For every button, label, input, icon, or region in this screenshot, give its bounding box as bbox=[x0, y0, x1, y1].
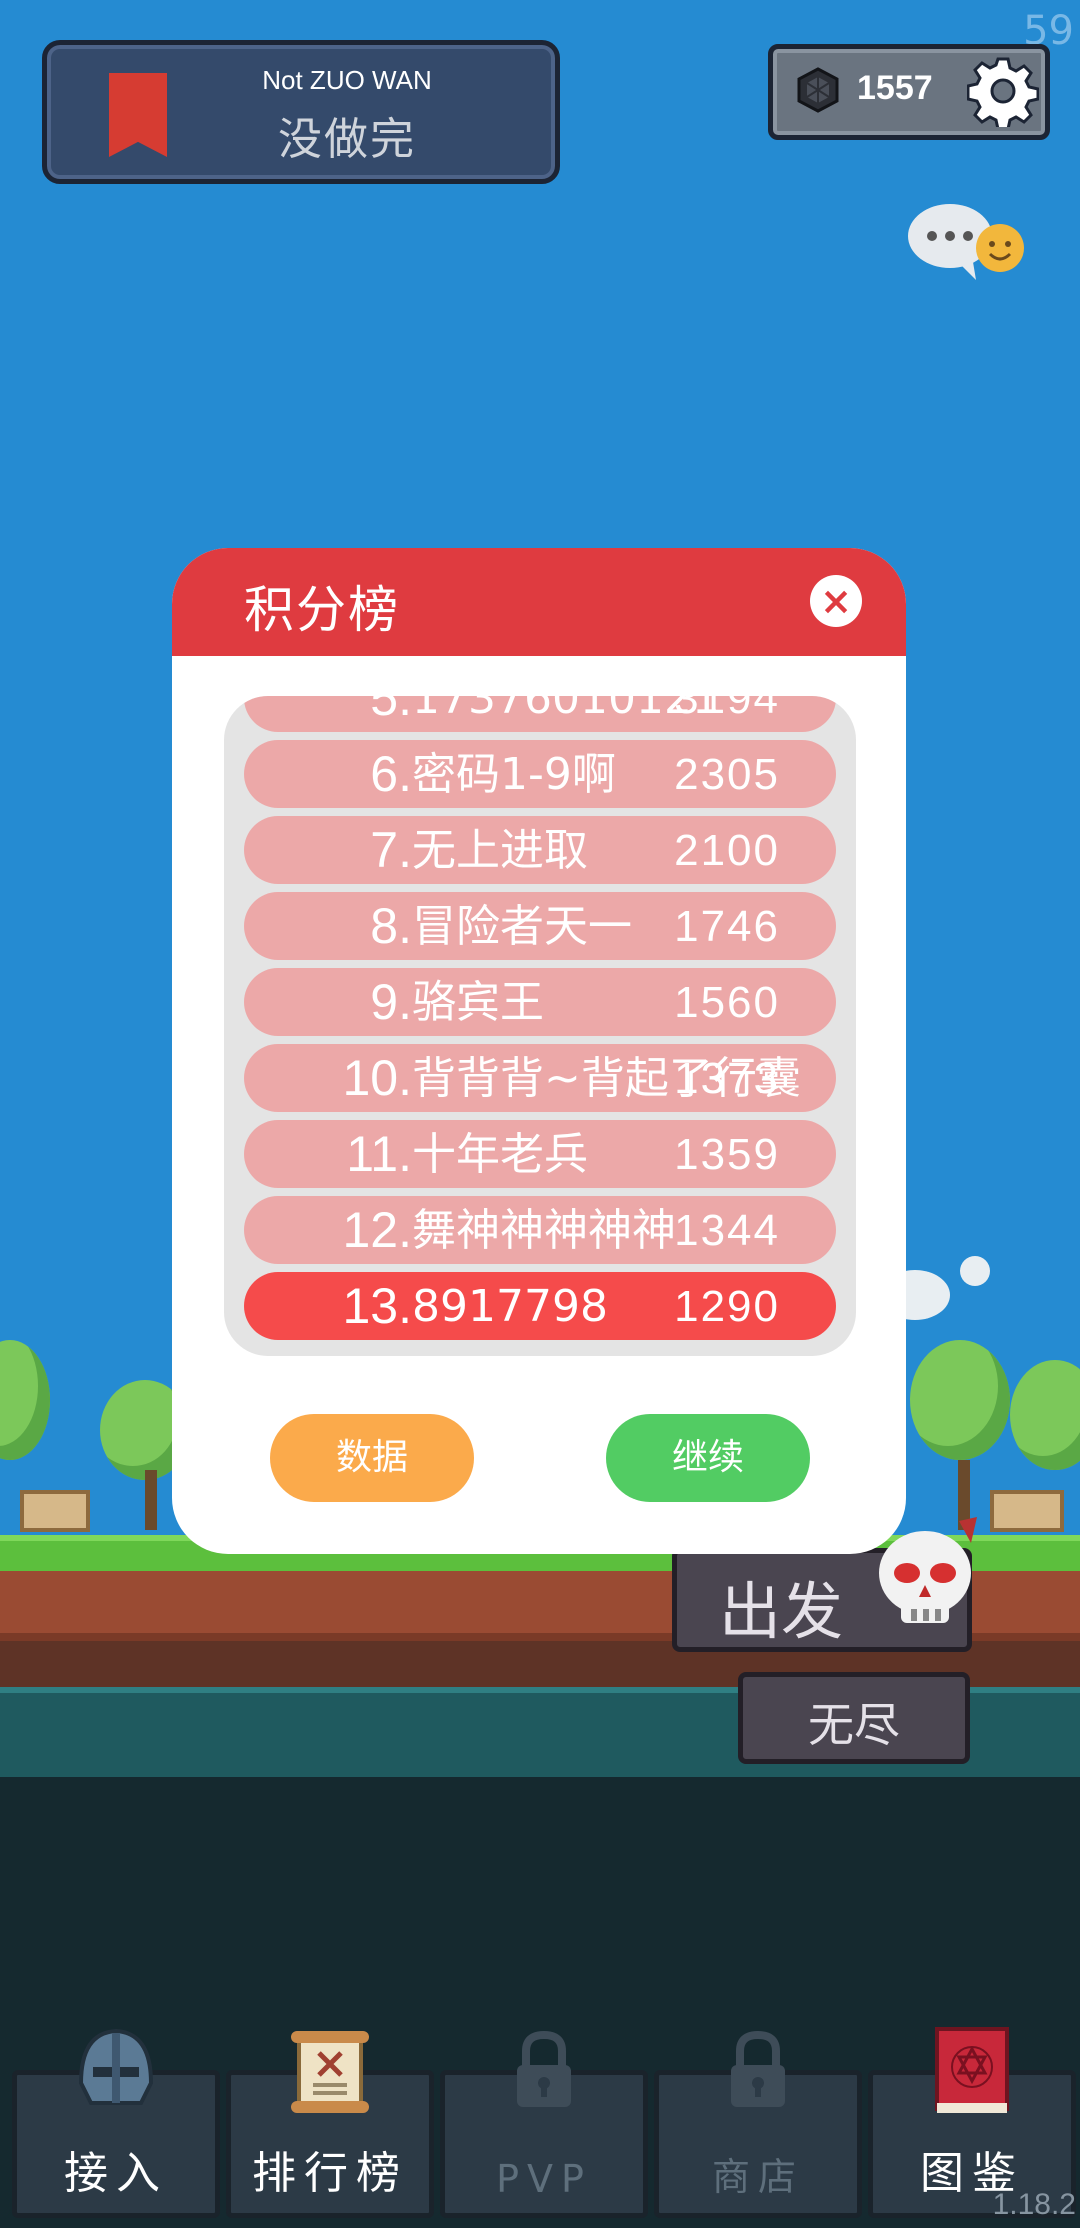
player-score: 2305 bbox=[674, 750, 780, 799]
bookmark-icon bbox=[109, 73, 167, 157]
player-score: 1373 bbox=[674, 1054, 780, 1103]
rank-number: 5. bbox=[370, 696, 412, 726]
gear-icon[interactable] bbox=[967, 55, 1039, 127]
leaderboard-dialog: 积分榜 × 5. 17376010121 3194 6. 密码1-9啊 2305 7. 无上进… bbox=[172, 548, 906, 1554]
player-score: 2100 bbox=[674, 826, 780, 875]
ranking-row[interactable]: 11. 十年老兵 1359 bbox=[244, 1120, 836, 1188]
player-name: 舞神神神神神 bbox=[412, 1205, 676, 1256]
profile-badge[interactable]: Not ZUO WAN 没做完 bbox=[42, 40, 560, 184]
helmet-icon bbox=[71, 2023, 161, 2119]
fence bbox=[990, 1490, 1064, 1532]
player-score: 1344 bbox=[674, 1206, 780, 1255]
ranking-row[interactable]: 9. 骆宾王 1560 bbox=[244, 968, 836, 1036]
scroll-icon bbox=[285, 2023, 375, 2119]
start-button[interactable]: 出发 bbox=[672, 1517, 977, 1652]
player-score: 1560 bbox=[674, 978, 780, 1027]
ranking-row[interactable]: 6. 密码1-9啊 2305 bbox=[244, 740, 836, 808]
player-name: 骆宾王 bbox=[412, 977, 544, 1028]
rank-number: 11. bbox=[346, 1126, 412, 1182]
spellbook-icon bbox=[927, 2023, 1017, 2119]
rank-number: 6. bbox=[370, 746, 412, 802]
start-label: 出发 bbox=[719, 1575, 844, 1648]
player-score: 1290 bbox=[674, 1282, 780, 1331]
ranking-row[interactable]: 10. 背背背~背起了行囊 1373 bbox=[244, 1044, 836, 1112]
player-score: 1359 bbox=[674, 1130, 780, 1179]
fence bbox=[20, 1490, 90, 1532]
player-name: 十年老兵 bbox=[412, 1129, 588, 1180]
gem-icon bbox=[797, 67, 839, 113]
ranking-row[interactable]: 5. 17376010121 3194 bbox=[244, 696, 836, 732]
rank-number: 10. bbox=[342, 1050, 412, 1106]
nav-label: 接入 bbox=[64, 2148, 168, 2199]
continue-button[interactable]: 继续 bbox=[606, 1414, 810, 1502]
rank-number: 13. bbox=[342, 1278, 412, 1334]
nav-button-0[interactable]: 接入 bbox=[12, 2028, 220, 2218]
nav-label: PVP bbox=[496, 2157, 592, 2201]
profile-name-en: Not ZUO WAN bbox=[262, 65, 432, 95]
endless-label: 无尽 bbox=[808, 1698, 900, 1752]
nav-button-1[interactable]: 排行榜 bbox=[226, 2031, 434, 2218]
rank-number: 9. bbox=[370, 974, 412, 1030]
profile-name-cn: 没做完 bbox=[278, 114, 416, 165]
ranking-row-self[interactable]: 13. 8917798 1290 bbox=[244, 1272, 836, 1340]
data-button[interactable]: 数据 bbox=[270, 1414, 474, 1502]
rank-number: 8. bbox=[370, 898, 412, 954]
endless-button[interactable]: 无尽 bbox=[738, 1672, 970, 1764]
player-score: 3194 bbox=[674, 696, 780, 723]
player-name: 8917798 bbox=[412, 1281, 608, 1332]
nav-button-3[interactable]: 商店 bbox=[654, 2030, 862, 2218]
nav-label: 排行榜 bbox=[252, 2148, 408, 2199]
cloud bbox=[960, 1256, 990, 1286]
player-score: 1746 bbox=[674, 902, 780, 951]
nav-label: 商店 bbox=[711, 2155, 804, 2199]
nav-button-2[interactable]: PVP bbox=[440, 2030, 648, 2218]
close-button[interactable]: × bbox=[810, 575, 862, 627]
version-label: 1.18.2 bbox=[992, 2188, 1076, 2221]
ranking-row[interactable]: 12. 舞神神神神神 1344 bbox=[244, 1196, 836, 1264]
close-icon: × bbox=[820, 579, 852, 623]
lock-icon bbox=[499, 2023, 589, 2119]
dialog-header: 积分榜 × bbox=[172, 548, 906, 656]
chat-bubble-icon[interactable] bbox=[906, 200, 1026, 290]
rank-number: 7. bbox=[370, 822, 412, 878]
currency-panel: 1557 bbox=[768, 44, 1050, 140]
player-name: 密码1-9啊 bbox=[412, 749, 616, 800]
ranking-list[interactable]: 5. 17376010121 3194 6. 密码1-9啊 2305 7. 无上进取 2100 8… bbox=[224, 696, 856, 1356]
rank-number: 12. bbox=[342, 1202, 412, 1258]
player-name: 无上进取 bbox=[412, 825, 588, 876]
player-name: 冒险者天一 bbox=[412, 901, 632, 952]
ranking-list-scroll[interactable]: 5. 17376010121 3194 6. 密码1-9啊 2305 7. 无上进取 2100 8… bbox=[244, 696, 836, 1348]
dialog-title: 积分榜 bbox=[244, 581, 400, 639]
ranking-row[interactable]: 8. 冒险者天一 1746 bbox=[244, 892, 836, 960]
lock-icon bbox=[713, 2023, 803, 2119]
currency-value: 1557 bbox=[857, 69, 933, 107]
ranking-row[interactable]: 7. 无上进取 2100 bbox=[244, 816, 836, 884]
